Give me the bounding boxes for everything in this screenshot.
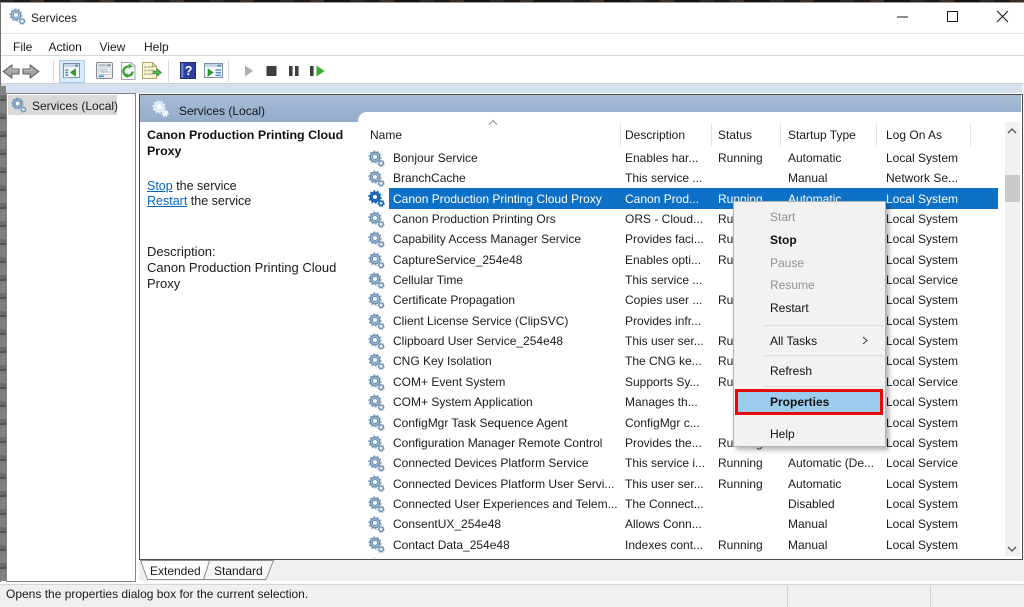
svg-text:?: ?: [185, 64, 193, 78]
